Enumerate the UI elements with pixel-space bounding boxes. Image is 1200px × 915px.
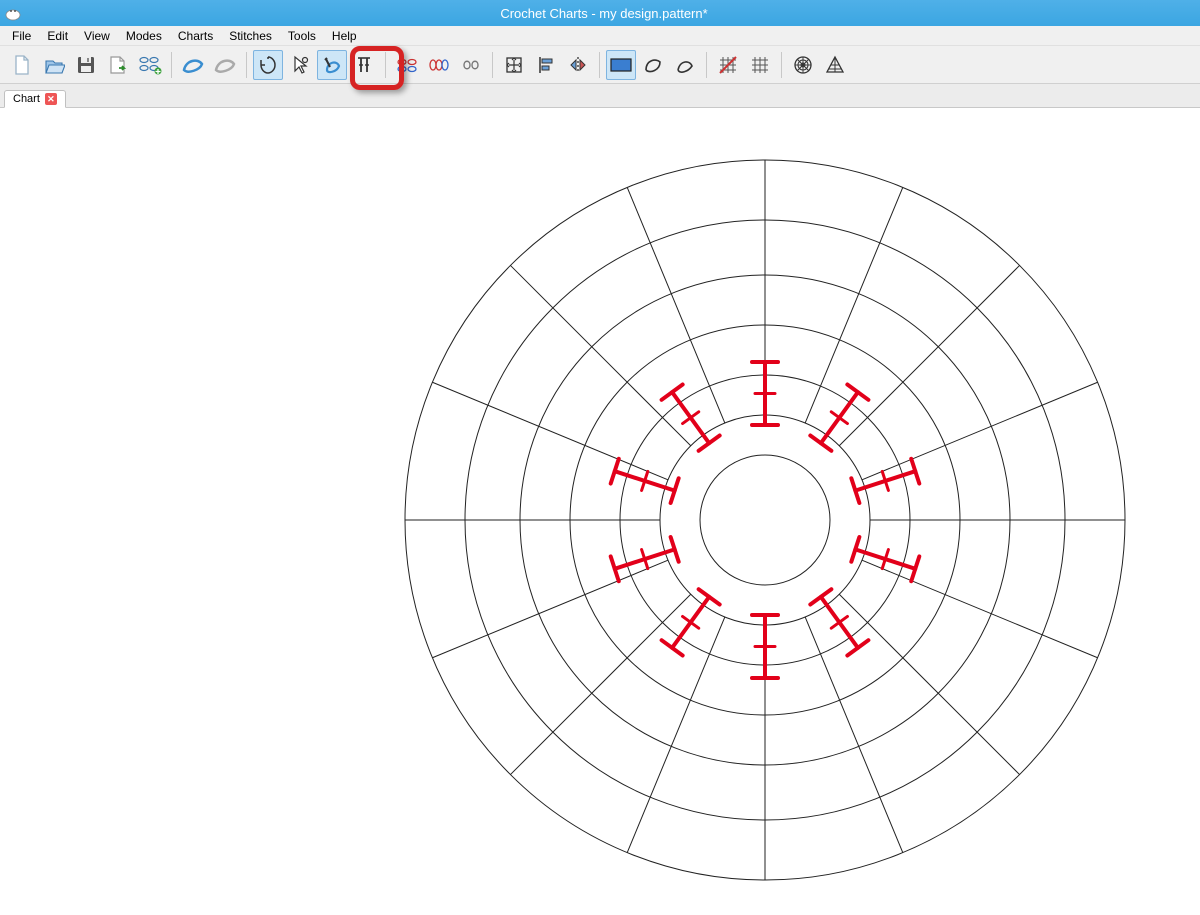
chain-v-icon[interactable] — [424, 50, 454, 80]
canvas-area[interactable] — [0, 108, 1200, 915]
shape-a-icon[interactable] — [638, 50, 668, 80]
align-icon[interactable] — [531, 50, 561, 80]
toolbar-separator — [706, 52, 707, 78]
round-chart[interactable] — [0, 108, 1200, 915]
title-bar: Crochet Charts - my design.pattern* — [0, 0, 1200, 26]
close-icon[interactable]: ✕ — [45, 93, 57, 105]
tab-label: Chart — [13, 93, 40, 105]
app-icon — [4, 4, 22, 22]
new-file-icon[interactable] — [7, 50, 37, 80]
export-icon[interactable] — [103, 50, 133, 80]
stitch-palette-icon[interactable] — [135, 50, 165, 80]
select-tool-icon[interactable] — [253, 50, 283, 80]
menu-modes[interactable]: Modes — [118, 27, 170, 45]
grid-off-icon[interactable] — [713, 50, 743, 80]
toolbar-separator — [246, 52, 247, 78]
shape-b-icon[interactable] — [670, 50, 700, 80]
toolbar — [0, 46, 1200, 84]
blue-chain-icon[interactable] — [178, 50, 208, 80]
menu-file[interactable]: File — [4, 27, 39, 45]
grid-on-icon[interactable] — [745, 50, 775, 80]
menu-view[interactable]: View — [76, 27, 118, 45]
tab-chart[interactable]: Chart ✕ — [4, 90, 66, 108]
menu-charts[interactable]: Charts — [170, 27, 221, 45]
menu-edit[interactable]: Edit — [39, 27, 76, 45]
stitch-tool-icon[interactable] — [317, 50, 347, 80]
gray-chain-icon[interactable] — [210, 50, 240, 80]
menu-help[interactable]: Help — [324, 27, 365, 45]
window-title: Crochet Charts - my design.pattern* — [30, 6, 1196, 21]
mirror-icon[interactable] — [563, 50, 593, 80]
toolbar-separator — [492, 52, 493, 78]
round-chart-icon[interactable] — [788, 50, 818, 80]
menu-bar: File Edit View Modes Charts Stitches Too… — [0, 26, 1200, 46]
toolbar-separator — [171, 52, 172, 78]
toolbar-separator — [781, 52, 782, 78]
menu-stitches[interactable]: Stitches — [221, 27, 280, 45]
open-file-icon[interactable] — [39, 50, 69, 80]
highlight-box — [350, 46, 404, 90]
triangle-chart-icon[interactable] — [820, 50, 850, 80]
menu-tools[interactable]: Tools — [280, 27, 324, 45]
move-icon[interactable] — [499, 50, 529, 80]
chain-loop-icon[interactable] — [456, 50, 486, 80]
pointer-tool-icon[interactable] — [285, 50, 315, 80]
tab-bar: Chart ✕ — [0, 84, 1200, 108]
save-icon[interactable] — [71, 50, 101, 80]
toolbar-separator — [599, 52, 600, 78]
background-color-icon[interactable] — [606, 50, 636, 80]
